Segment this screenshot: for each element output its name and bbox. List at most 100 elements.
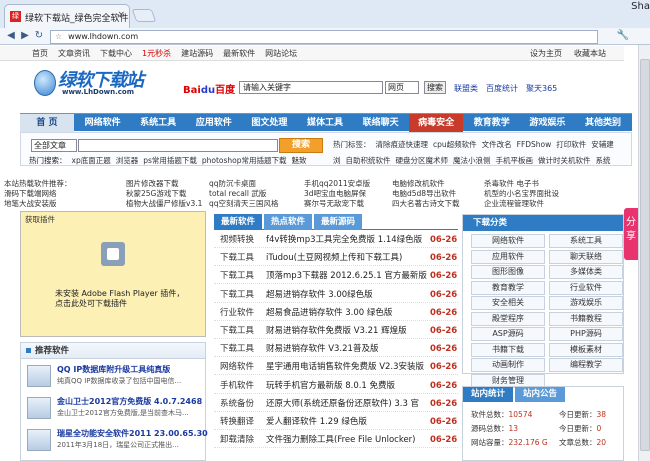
recommend-link[interactable]: qq空刻清天三国风格: [209, 198, 279, 209]
category-button[interactable]: ASP源码: [471, 327, 545, 341]
close-icon[interactable]: ×: [117, 10, 125, 20]
hot-tag[interactable]: 文件改名: [482, 140, 512, 149]
hot-tag[interactable]: 手机平板画: [496, 156, 534, 165]
recommend-link[interactable]: 企业流程管理软件: [484, 198, 544, 209]
list-item[interactable]: 手机软件 玩转手机官方最新版 8.0.1 免费版 06-26: [214, 379, 458, 394]
hot-tag[interactable]: 做计时关机软件: [538, 156, 591, 165]
list-title[interactable]: iTudou(土豆网视频上传和下载工具): [266, 251, 432, 266]
category-button[interactable]: 动画制作: [471, 358, 545, 372]
site-top-link[interactable]: 最新软件: [223, 49, 255, 58]
list-category[interactable]: 卸载清除: [220, 433, 254, 448]
hot-tag[interactable]: 浏: [333, 156, 341, 165]
site-logo[interactable]: 绿软下载站 www.LhDown.com: [34, 66, 162, 100]
nav-item[interactable]: 其他类别: [576, 114, 630, 132]
category-button[interactable]: 模板素材: [549, 342, 623, 357]
list-category[interactable]: 下载工具: [220, 342, 254, 357]
hot-tag[interactable]: 安辅建: [591, 140, 614, 149]
hot-keyword[interactable]: ps常用插题下载: [143, 156, 197, 165]
list-category[interactable]: 视频转换: [220, 233, 254, 248]
site-top-link[interactable]: 1元秒杀: [142, 49, 171, 58]
tab-2[interactable]: 最新源码: [314, 214, 362, 230]
nav-item[interactable]: 游戏娱乐: [520, 114, 574, 132]
stats-tab[interactable]: 站内公告: [515, 387, 565, 402]
hot-tag[interactable]: 硬盘分区魔术师: [396, 156, 449, 165]
recommend-title[interactable]: 金山卫士2012官方免费版 4.0.7.2468: [57, 396, 202, 407]
star-icon[interactable]: ☆: [55, 32, 62, 41]
category-button[interactable]: 多媒体类: [549, 265, 623, 279]
list-title[interactable]: 顶落mp3下载器 2012.6.25.1 官方最新版: [266, 269, 432, 284]
list-title[interactable]: 超易食品进销存软件 3.00 绿色版: [266, 306, 432, 321]
site-top-right-link[interactable]: 设为主页: [530, 49, 562, 58]
recommend-link[interactable]: 四大名著古诗文下载: [392, 198, 460, 209]
recommend-item[interactable]: QQ IP数据库附升级工具纯真版 纯真QQ IP数据库收录了包括中国电信...: [27, 363, 205, 391]
recommend-link[interactable]: 地笔大战安装版: [4, 198, 57, 209]
hot-keyword[interactable]: xp底面正题: [72, 156, 111, 165]
list-item[interactable]: 下载工具 顶落mp3下载器 2012.6.25.1 官方最新版 06-26: [214, 269, 458, 285]
browser-tab[interactable]: 绿 绿软下载站_绿色完全软件... ×: [4, 4, 130, 28]
category-button[interactable]: 游戏娱乐: [549, 296, 623, 310]
tab-0[interactable]: 最新软件: [214, 214, 262, 230]
top-link[interactable]: 百度统计: [486, 84, 518, 93]
list-item[interactable]: 网络软件 星宇通用电话销售软件免费版 V2.3安装版 06-26: [214, 360, 458, 376]
recommend-link[interactable]: 赛尔号无敌宠下载: [304, 198, 364, 209]
nav-item[interactable]: 系统工具: [131, 114, 185, 132]
list-item[interactable]: 卸载清除 文件强力删除工具(Free File Unlocker) 06-26: [214, 433, 458, 449]
category-button[interactable]: 行业软件: [549, 280, 623, 295]
site-top-link[interactable]: 网站论坛: [265, 49, 297, 58]
forward-icon[interactable]: ▶: [18, 29, 32, 43]
category-button[interactable]: 图形图像: [471, 265, 545, 279]
site-search-button[interactable]: 搜索: [279, 138, 323, 153]
hot-keyword[interactable]: photoshop常用插题下载: [202, 156, 287, 165]
site-top-link[interactable]: 下载中心: [100, 49, 132, 58]
search-scope-select[interactable]: 全部文章: [31, 139, 77, 152]
list-item[interactable]: 下载工具 超易进销存软件 3.00绿色版 06-26: [214, 288, 458, 303]
baidu-search-button[interactable]: 搜索: [424, 81, 446, 94]
site-top-right-link[interactable]: 收藏本站: [574, 49, 606, 58]
category-button[interactable]: 书籍下载: [471, 342, 545, 357]
list-title[interactable]: 财易进销存软件免费版 V3.21 辉煌版: [266, 324, 432, 339]
list-category[interactable]: 转换翻译: [220, 415, 254, 430]
list-title[interactable]: 财易进销存软件 V3.21普及版: [266, 342, 432, 357]
list-category[interactable]: 手机软件: [220, 379, 254, 394]
recommend-title[interactable]: QQ IP数据库附升级工具纯真版: [57, 364, 170, 375]
list-title[interactable]: 文件强力删除工具(Free File Unlocker): [266, 433, 432, 448]
list-item[interactable]: 视频转换 f4v转换mp3工具完全免费版 1.14绿色版 06-26: [214, 233, 458, 248]
list-item[interactable]: 下载工具 iTudou(土豆网视频上传和下载工具) 06-26: [214, 251, 458, 267]
recommend-title[interactable]: 瑞星全功能安全软件2011 23.00.65.30: [57, 428, 208, 439]
hot-keyword[interactable]: 浏览器: [116, 156, 139, 165]
category-button[interactable]: 应用软件: [471, 249, 545, 264]
reload-icon[interactable]: ↻: [32, 29, 46, 43]
hot-tag[interactable]: 系统: [596, 156, 611, 165]
category-button[interactable]: 殿堂程序: [471, 311, 545, 326]
list-category[interactable]: 下载工具: [220, 324, 254, 339]
top-link[interactable]: 联盟类: [454, 84, 478, 93]
site-top-link[interactable]: 建站源码: [181, 49, 213, 58]
site-top-link[interactable]: 文章资讯: [58, 49, 90, 58]
nav-item[interactable]: 联络聊天: [354, 114, 408, 132]
nav-item[interactable]: 病毒安全: [409, 114, 464, 132]
list-title[interactable]: f4v转换mp3工具完全免费版 1.14绿色版: [266, 233, 432, 248]
hot-tag[interactable]: 自助积统软件: [346, 156, 391, 165]
nav-item[interactable]: 教育教学: [465, 114, 519, 132]
nav-item[interactable]: 图文处理: [242, 114, 296, 132]
nav-item[interactable]: 应用软件: [187, 114, 241, 132]
list-category[interactable]: 下载工具: [220, 288, 254, 303]
nav-item[interactable]: 首 页: [20, 114, 74, 132]
list-item[interactable]: 行业软件 超易食品进销存软件 3.00 绿色版 06-26: [214, 306, 458, 321]
category-button[interactable]: 聊天联络: [549, 249, 623, 264]
list-item[interactable]: 转换翻译 爱人翻译软件 1.29 绿色版 06-26: [214, 415, 458, 430]
site-search-input[interactable]: [78, 139, 278, 152]
site-top-link[interactable]: 首页: [32, 49, 48, 58]
list-category[interactable]: 下载工具: [220, 269, 254, 284]
list-category[interactable]: 下载工具: [220, 251, 254, 266]
list-title[interactable]: 还原大师(系统还原备份还原软件) 3.3 官: [266, 397, 432, 412]
flash-message[interactable]: 未安装 Adobe Flash Player 插件， 点击此处可下载插件: [55, 289, 184, 309]
list-title[interactable]: 超易进销存软件 3.00绿色版: [266, 288, 432, 303]
stats-tab[interactable]: 站内统计: [463, 387, 513, 402]
list-title[interactable]: 星宇通用电话销售软件免费版 V2.3安装版: [266, 360, 432, 375]
hot-tag[interactable]: 清除痕迹快速理: [376, 140, 429, 149]
baidu-search-input[interactable]: 请输入关键字: [239, 81, 383, 94]
back-icon[interactable]: ◀: [4, 29, 18, 43]
address-bar[interactable]: ☆ www.lhdown.com: [50, 30, 598, 44]
new-tab-button[interactable]: [131, 9, 157, 22]
